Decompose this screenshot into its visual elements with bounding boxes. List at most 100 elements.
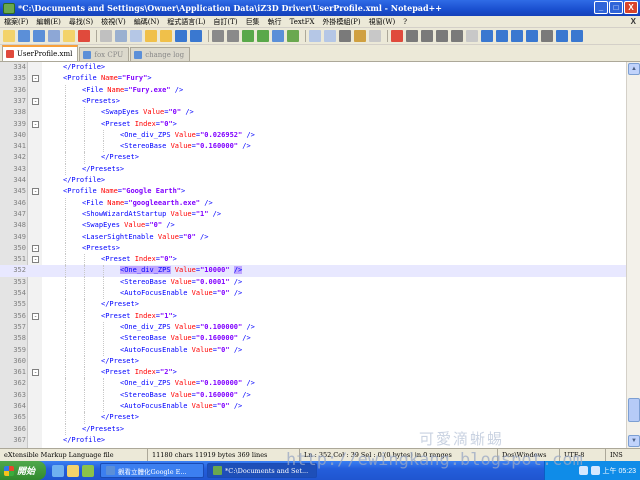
menu-item-0[interactable]: 檔案(F) bbox=[0, 17, 32, 27]
fold-toggle-icon[interactable]: - bbox=[32, 120, 39, 128]
toolbar-button-icon-35[interactable] bbox=[556, 30, 568, 42]
code-line[interactable]: 363 <StereoBase Value="0.160000" /> bbox=[0, 389, 626, 401]
menu-item-8[interactable]: 執行 bbox=[264, 17, 286, 27]
code-line[interactable]: 367 </Profile> bbox=[0, 435, 626, 446]
fold-toggle-icon[interactable]: - bbox=[32, 369, 39, 377]
clock[interactable]: 上午 05:23 bbox=[603, 466, 636, 476]
toolbar-button-icon-17[interactable] bbox=[272, 30, 284, 42]
code-line[interactable]: 359 <AutoFocusEnable Value="0" /> bbox=[0, 344, 626, 356]
toolbar-button-icon-3[interactable] bbox=[48, 30, 60, 42]
toolbar-button-icon-26[interactable] bbox=[421, 30, 433, 42]
folder-icon[interactable] bbox=[67, 464, 79, 477]
close-button[interactable]: X bbox=[624, 1, 638, 14]
toolbar-button-icon-30[interactable] bbox=[481, 30, 493, 42]
taskbar-button-0[interactable]: 觀看立體化Google E... bbox=[100, 463, 204, 478]
code-line[interactable]: 342 </Preset> bbox=[0, 152, 626, 164]
toolbar-button-icon-34[interactable] bbox=[541, 30, 553, 42]
toolbar-button-icon-14[interactable] bbox=[227, 30, 239, 42]
code-line[interactable]: 364 <AutoFocusEnable Value="0" /> bbox=[0, 401, 626, 413]
menu-item-7[interactable]: 巨集 bbox=[242, 17, 264, 27]
toolbar-button-icon-15[interactable] bbox=[242, 30, 254, 42]
tab-0[interactable]: UserProfile.xml bbox=[2, 45, 79, 61]
toolbar-button-icon-25[interactable] bbox=[406, 30, 418, 42]
toolbar-button-icon-32[interactable] bbox=[511, 30, 523, 42]
code-line[interactable]: 339- <Preset Index="0"> bbox=[0, 118, 626, 130]
menu-item-9[interactable]: TextFX bbox=[286, 18, 319, 26]
toolbar-button-icon-16[interactable] bbox=[257, 30, 269, 42]
fold-toggle-icon[interactable]: - bbox=[32, 97, 39, 105]
code-line[interactable]: 352 <One_div_ZPS Value="10000" /> bbox=[0, 265, 626, 277]
code-line[interactable]: 361- <Preset Index="2"> bbox=[0, 367, 626, 379]
toolbar-button-icon-13[interactable] bbox=[212, 30, 224, 42]
code-line[interactable]: 341 <StereoBase Value="0.160000" /> bbox=[0, 141, 626, 153]
toolbar-button-icon-1[interactable] bbox=[18, 30, 30, 42]
menu-item-10[interactable]: 外掛模組(P) bbox=[318, 17, 364, 27]
code-line[interactable]: 357 <One_div_ZPS Value="0.100000" /> bbox=[0, 321, 626, 334]
fold-toggle-icon[interactable]: - bbox=[32, 75, 39, 83]
toolbar-button-icon-31[interactable] bbox=[496, 30, 508, 42]
toolbar-button-icon-18[interactable] bbox=[287, 30, 299, 42]
ie-icon[interactable] bbox=[52, 464, 64, 477]
menu-item-4[interactable]: 編碼(N) bbox=[130, 17, 164, 27]
code-editor[interactable]: 334 </Profile> 335- <Profile Name="Fury"> 33… bbox=[0, 62, 640, 448]
fold-toggle-icon[interactable]: - bbox=[32, 244, 39, 252]
code-line[interactable]: 343 </Presets> bbox=[0, 163, 626, 175]
code-line[interactable]: 338 <SwapEyes Value="0" /> bbox=[0, 107, 626, 119]
maximize-button[interactable]: □ bbox=[609, 1, 623, 14]
network-icon[interactable] bbox=[578, 466, 588, 475]
toolbar-button-icon-36[interactable] bbox=[571, 30, 583, 42]
toolbar-button-icon-4[interactable] bbox=[63, 30, 75, 42]
scroll-up-button[interactable]: ▲ bbox=[628, 63, 640, 75]
toolbar-button-icon-12[interactable] bbox=[190, 30, 202, 42]
code-line[interactable]: 351- <Preset Index="0"> bbox=[0, 254, 626, 266]
tab-1[interactable]: fox CPU bbox=[79, 47, 130, 61]
toolbar-button-icon-20[interactable] bbox=[324, 30, 336, 42]
code-line[interactable]: 353 <StereoBase Value="0.0001" /> bbox=[0, 276, 626, 288]
toolbar-button-icon-7[interactable] bbox=[115, 30, 127, 42]
menu-item-12[interactable]: ? bbox=[399, 18, 411, 26]
menu-item-3[interactable]: 檢視(V) bbox=[97, 17, 130, 27]
code-line[interactable]: 337- <Presets> bbox=[0, 95, 626, 108]
scroll-thumb[interactable] bbox=[628, 398, 640, 422]
toolbar-button-icon-22[interactable] bbox=[354, 30, 366, 42]
toolbar-button-icon-29[interactable] bbox=[466, 30, 478, 42]
volume-icon[interactable] bbox=[590, 466, 600, 475]
code-line[interactable]: 344 </Profile> bbox=[0, 175, 626, 186]
code-line[interactable]: 348 <SwapEyes Value="0" /> bbox=[0, 220, 626, 232]
code-line[interactable]: 334 </Profile> bbox=[0, 62, 626, 73]
toolbar-button-icon-33[interactable] bbox=[526, 30, 538, 42]
menu-item-11[interactable]: 視窗(W) bbox=[365, 17, 400, 27]
taskbar-button-1[interactable]: *C:\Documents and Set... bbox=[207, 463, 317, 478]
toolbar-button-icon-23[interactable] bbox=[369, 30, 381, 42]
media-icon[interactable] bbox=[82, 464, 94, 477]
toolbar-button-icon-21[interactable] bbox=[339, 30, 351, 42]
code-line[interactable]: 366 </Presets> bbox=[0, 423, 626, 435]
menu-item-5[interactable]: 程式語言(L) bbox=[163, 17, 209, 27]
toolbar-button-icon-11[interactable] bbox=[175, 30, 187, 42]
toolbar-button-icon-24[interactable] bbox=[391, 30, 403, 42]
toolbar-button-icon-2[interactable] bbox=[33, 30, 45, 42]
code-line[interactable]: 358 <StereoBase Value="0.160000" /> bbox=[0, 333, 626, 345]
code-line[interactable]: 349 <LaserSightEnable Value="0" /> bbox=[0, 231, 626, 243]
vertical-scrollbar[interactable]: ▲ ▼ bbox=[626, 62, 640, 448]
code-line[interactable]: 354 <AutoFocusEnable Value="0" /> bbox=[0, 288, 626, 300]
code-line[interactable]: 335- <Profile Name="Fury"> bbox=[0, 73, 626, 84]
toolbar-button-icon-6[interactable] bbox=[100, 30, 112, 42]
code-line[interactable]: 350- <Presets> bbox=[0, 242, 626, 255]
toolbar-button-icon-8[interactable] bbox=[130, 30, 142, 42]
code-line[interactable]: 356- <Preset Index="1"> bbox=[0, 310, 626, 322]
start-button[interactable]: 開始 bbox=[0, 461, 46, 480]
toolbar-button-icon-28[interactable] bbox=[451, 30, 463, 42]
code-line[interactable]: 362 <One_div_ZPS Value="0.100000" /> bbox=[0, 378, 626, 390]
toolbar-button-icon-0[interactable] bbox=[3, 30, 15, 42]
close-document-button[interactable]: X bbox=[631, 17, 636, 26]
fold-toggle-icon[interactable]: - bbox=[32, 312, 39, 320]
toolbar-button-icon-27[interactable] bbox=[436, 30, 448, 42]
minimize-button[interactable]: _ bbox=[594, 1, 608, 14]
code-line[interactable]: 360 </Preset> bbox=[0, 355, 626, 368]
code-line[interactable]: 340 <One_div_ZPS Value="0.026952" /> bbox=[0, 129, 626, 142]
code-line[interactable]: 345- <Profile Name="Google Earth"> bbox=[0, 186, 626, 197]
toolbar-button-icon-9[interactable] bbox=[145, 30, 157, 42]
menu-item-6[interactable]: 自訂(T) bbox=[209, 17, 241, 27]
code-line[interactable]: 365 </Preset> bbox=[0, 412, 626, 424]
